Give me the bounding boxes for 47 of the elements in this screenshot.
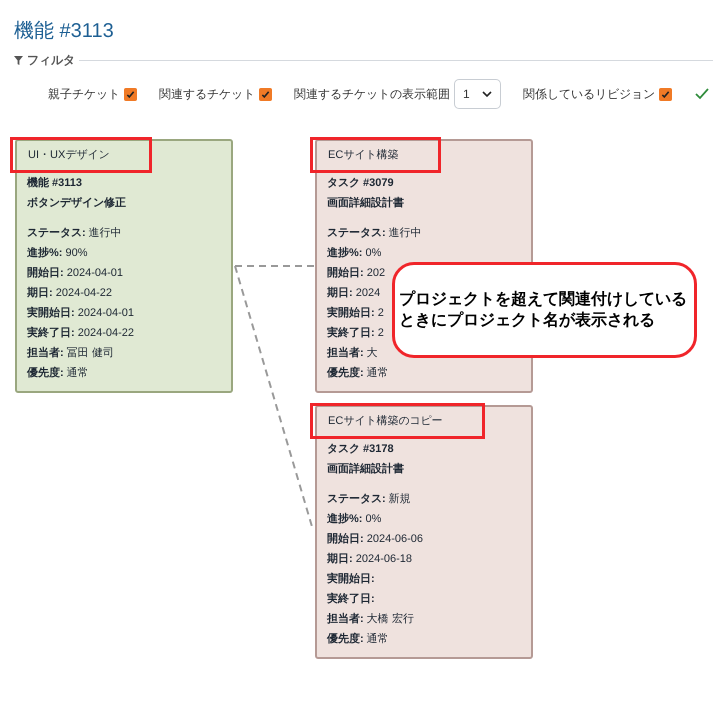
- ticket-field: 開始日: 2024-06-06: [327, 529, 423, 549]
- ticket-field: 進捗%: 0%: [327, 509, 382, 529]
- project-name: UI・UXデザイン: [10, 137, 152, 173]
- ticket-field: 進捗%: 90%: [27, 243, 88, 263]
- ticket-field: 進捗%: 0%: [327, 243, 382, 263]
- ticket-subject: 画面詳細設計書: [327, 462, 405, 477]
- ticket-field: 期日: 2024-04-22: [27, 283, 112, 303]
- checkbox[interactable]: [259, 88, 272, 100]
- ticket-number[interactable]: タスク #3079: [327, 173, 531, 193]
- checkbox-label: 関係しているリビジョン: [523, 86, 655, 103]
- ticket-field: ステータス: 新規: [327, 489, 411, 509]
- ticket-field: 実開始日: 2: [327, 303, 384, 323]
- ticket-number[interactable]: タスク #3178: [327, 439, 531, 459]
- ticket-field: 優先度: 通常: [327, 629, 389, 649]
- ticket-field: ステータス: 進行中: [27, 223, 122, 243]
- callout-text: プロジェクトを超えて関連付けしているときにプロジェクト名が表示される: [399, 289, 688, 331]
- project-name: ECサイト構築のコピー: [310, 403, 486, 439]
- ticket-field: 実終了日:: [327, 589, 375, 609]
- checkbox[interactable]: [659, 88, 672, 100]
- ticket-field: 実開始日:: [327, 569, 375, 589]
- ticket-field: 期日: 2024-06-18: [327, 549, 412, 569]
- select-label: 関連するチケットの表示範囲: [294, 86, 450, 103]
- checkbox-label: 親子チケット: [48, 86, 120, 103]
- ticket-number[interactable]: 機能 #3113: [27, 173, 231, 193]
- ticket-field: 期日: 2024: [327, 283, 380, 303]
- checkbox[interactable]: [124, 88, 137, 100]
- chevron-down-icon: [482, 90, 492, 98]
- ticket-field: 優先度: 通常: [27, 363, 89, 383]
- project-name: ECサイト構築: [310, 137, 442, 173]
- apply-check-icon[interactable]: [695, 88, 709, 100]
- checkbox-label: 関連するチケット: [159, 86, 255, 103]
- ticket-field: 担当者: 大: [327, 343, 378, 363]
- page-title: 機能 #3113: [14, 19, 114, 44]
- ticket-field: 実終了日: 2024-04-22: [27, 323, 134, 343]
- ticket-field: 開始日: 2024-04-01: [27, 263, 123, 283]
- ticket-field: 担当者: 大橋 宏行: [327, 609, 414, 629]
- ticket-field: 実開始日: 2024-04-01: [27, 303, 134, 323]
- ticket-field: 担当者: 冨田 健司: [27, 343, 114, 363]
- ticket-field: 実終了日: 2: [327, 323, 384, 343]
- filter-legend[interactable]: フィルタ: [27, 51, 75, 69]
- range-select[interactable]: 1: [454, 79, 501, 109]
- filter-icon[interactable]: [14, 56, 23, 64]
- ticket-field: 優先度: 通常: [327, 363, 389, 383]
- ticket-subject: 画面詳細設計書: [327, 196, 405, 211]
- ticket-field: ステータス: 進行中: [327, 223, 422, 243]
- ticket-field: 開始日: 202: [327, 263, 386, 283]
- ticket-subject: ボタンデザイン修正: [27, 196, 127, 211]
